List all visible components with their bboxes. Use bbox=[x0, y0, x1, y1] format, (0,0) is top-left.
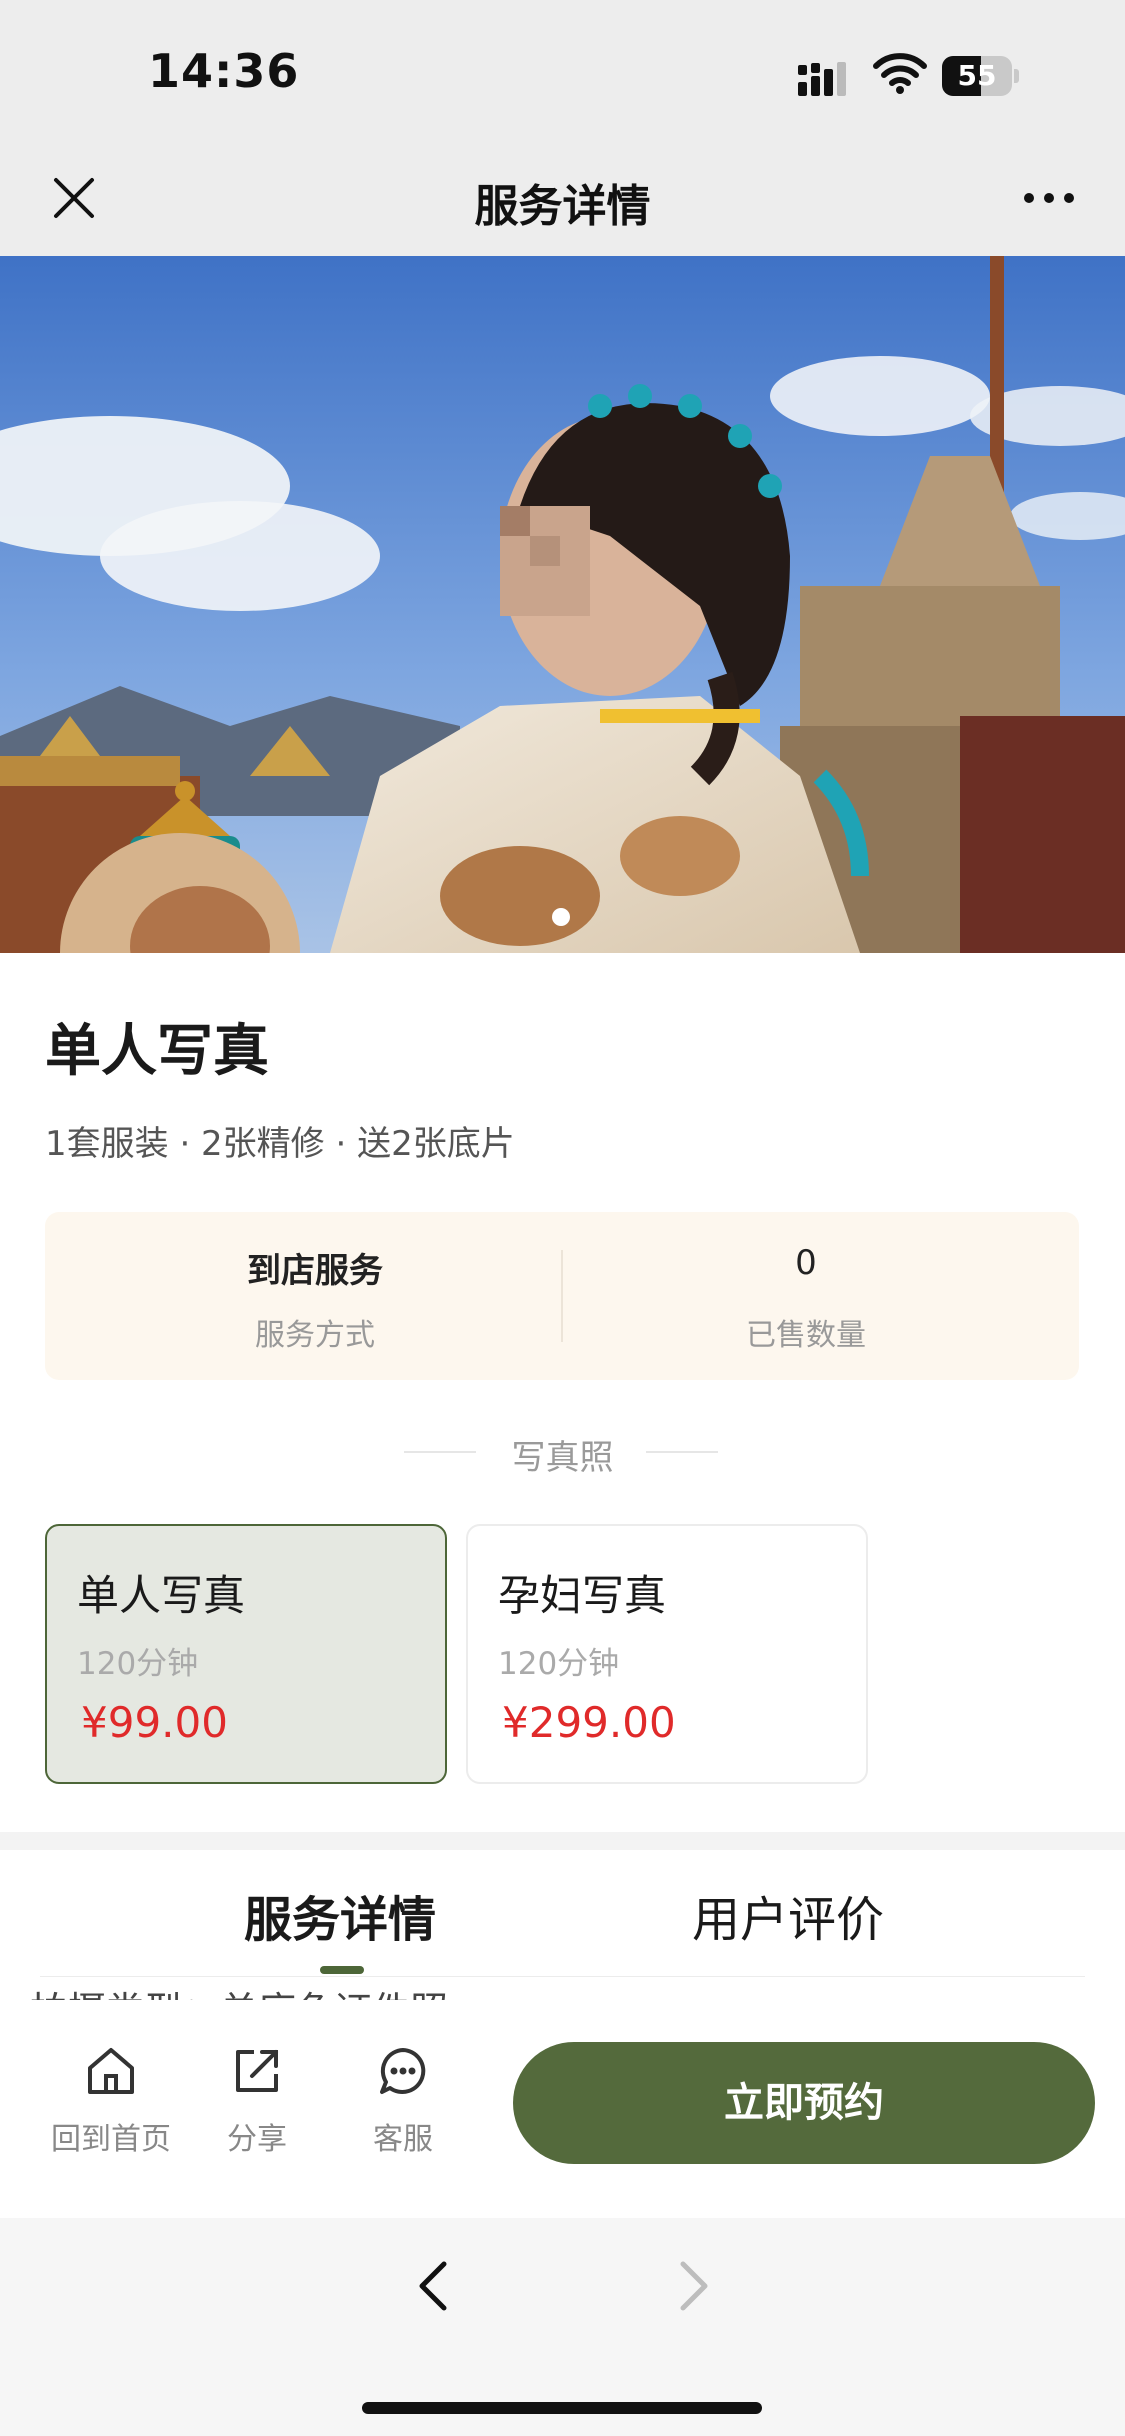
service-mode-value: 到店服务 bbox=[247, 1251, 383, 1291]
tab-user-reviews[interactable]: 用户评价 bbox=[692, 1880, 884, 1950]
package-price: ¥99.00 bbox=[81, 1698, 228, 1747]
back-arrow-icon[interactable] bbox=[410, 2256, 454, 2316]
home-icon bbox=[88, 2048, 134, 2094]
product-title: 单人写真 bbox=[45, 1019, 269, 1084]
package-card-single[interactable]: 单人写真 120分钟 ¥99.00 bbox=[45, 1524, 447, 1784]
info-divider bbox=[561, 1250, 563, 1342]
cellular-signal-icon bbox=[798, 62, 846, 96]
product-subtitle: 1套服装 · 2张精修 · 送2张底片 bbox=[45, 1124, 515, 1164]
service-mode-label: 服务方式 bbox=[255, 1318, 375, 1353]
share-button-label: 分享 bbox=[227, 2122, 287, 2157]
carousel-dot bbox=[552, 908, 570, 926]
section-divider-right bbox=[646, 1451, 718, 1453]
package-price: ¥299.00 bbox=[502, 1698, 676, 1747]
battery-indicator: 55 bbox=[942, 56, 1019, 96]
forward-arrow-icon[interactable] bbox=[673, 2256, 717, 2316]
tab-service-details[interactable]: 服务详情 bbox=[244, 1880, 436, 1950]
customer-service-label: 客服 bbox=[373, 2122, 433, 2157]
hero-photo-illustration bbox=[0, 256, 1125, 953]
battery-text: 55 bbox=[957, 59, 997, 92]
more-icon[interactable] bbox=[1022, 190, 1076, 206]
customer-service-button[interactable]: 客服 bbox=[338, 2044, 468, 2158]
wifi-icon bbox=[873, 53, 927, 94]
share-button[interactable]: 分享 bbox=[192, 2044, 322, 2158]
tab-active-indicator bbox=[320, 1966, 364, 1974]
package-duration: 120分钟 bbox=[498, 1646, 620, 1682]
package-name: 单人写真 bbox=[77, 1571, 246, 1620]
hero-photo[interactable] bbox=[0, 256, 1125, 953]
home-button[interactable]: 回到首页 bbox=[46, 2044, 176, 2158]
book-now-button[interactable]: 立即预约 bbox=[513, 2042, 1095, 2164]
package-card-maternity[interactable]: 孕妇写真 120分钟 ¥299.00 bbox=[466, 1524, 868, 1784]
home-indicator bbox=[362, 2402, 762, 2414]
section-label: 写真照 bbox=[511, 1438, 614, 1478]
share-icon bbox=[236, 2050, 278, 2092]
package-name: 孕妇写真 bbox=[498, 1571, 667, 1620]
status-time: 14:36 bbox=[148, 44, 300, 98]
customer-service-icon bbox=[380, 2048, 426, 2094]
sold-count-value: 0 bbox=[795, 1243, 817, 1283]
home-button-label: 回到首页 bbox=[51, 2122, 171, 2157]
tab-baseline bbox=[40, 1976, 1085, 1977]
page-title: 服务详情 bbox=[474, 181, 651, 232]
package-duration: 120分钟 bbox=[77, 1646, 199, 1682]
section-separator bbox=[0, 1832, 1125, 1850]
sold-count-label: 已售数量 bbox=[746, 1318, 866, 1353]
